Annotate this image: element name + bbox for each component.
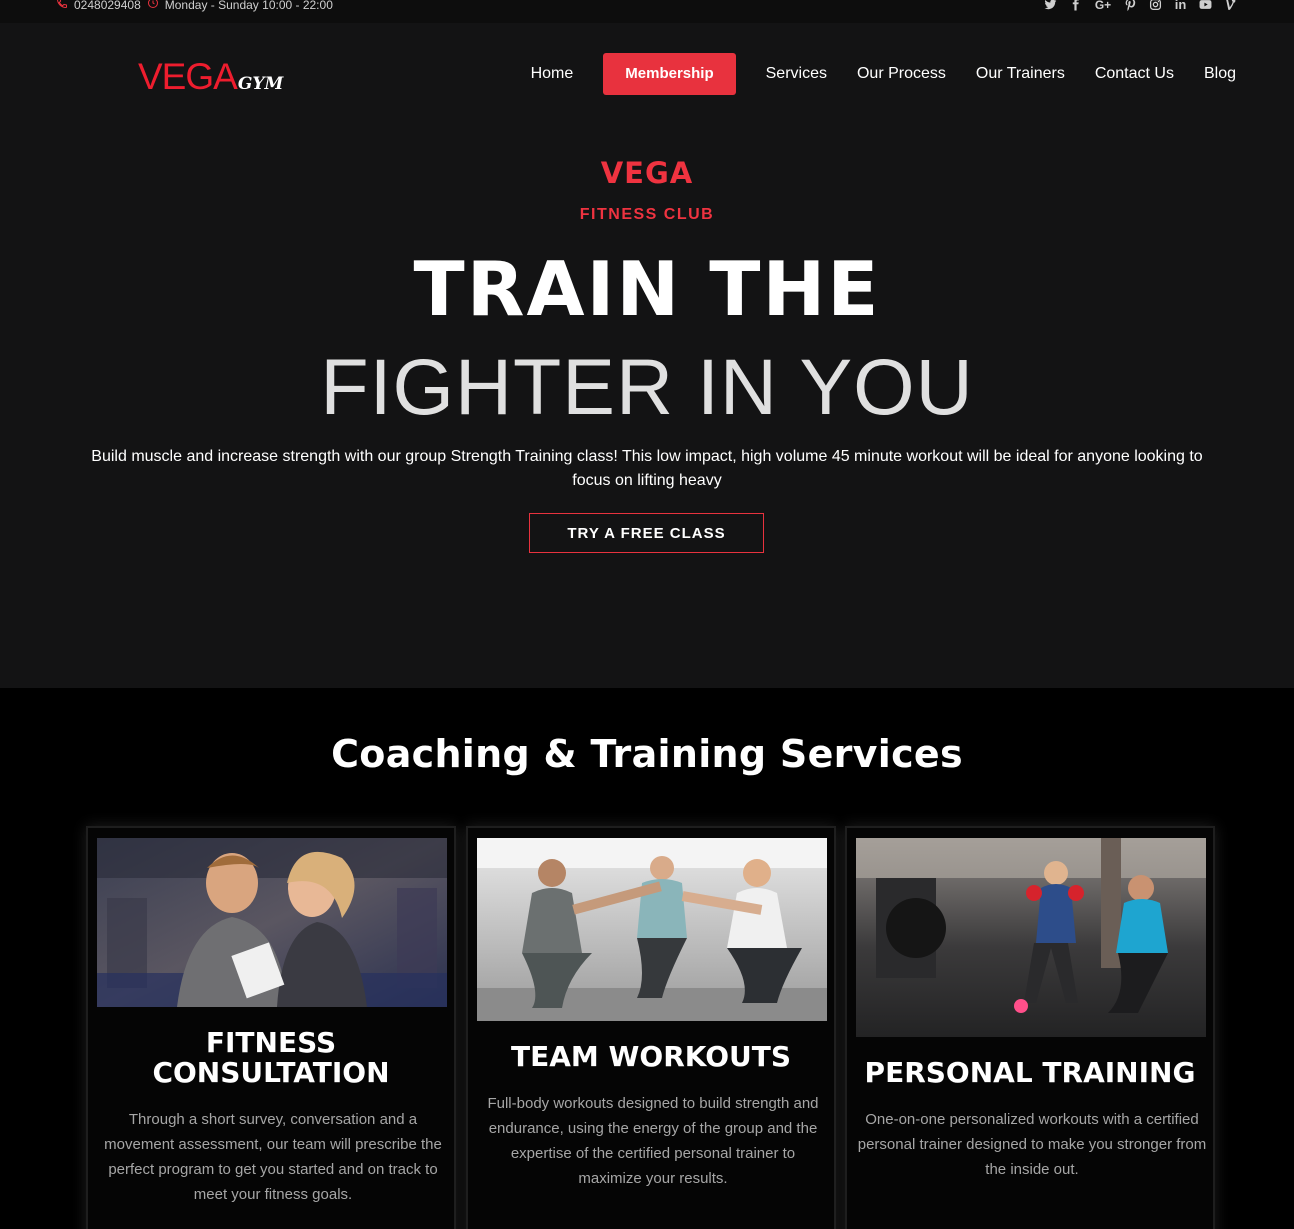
facebook-icon[interactable] xyxy=(1068,0,1083,12)
services-section: Coaching & Training Services FITNESS CON… xyxy=(0,688,1294,1229)
twitter-icon[interactable] xyxy=(1043,0,1058,12)
instagram-icon[interactable] xyxy=(1148,0,1163,12)
phone-number[interactable]: 0248029408 xyxy=(74,0,141,12)
main-nav: Home Membership Services Our Process Our… xyxy=(516,53,1236,95)
linkedin-icon[interactable]: in xyxy=(1173,0,1188,12)
hero-kicker: VEGA xyxy=(600,156,694,190)
services-heading: Coaching & Training Services xyxy=(331,732,963,776)
service-card-fitness-consultation[interactable]: FITNESS CONSULTATION Through a short sur… xyxy=(86,826,456,1229)
social-links: G+ in xyxy=(1043,0,1238,12)
nav-home[interactable]: Home xyxy=(516,53,589,95)
service-card-team-workouts[interactable]: TEAM WORKOUTS Full-body workouts designe… xyxy=(466,826,836,1229)
personal-training-image xyxy=(856,838,1206,1037)
nav-services[interactable]: Services xyxy=(751,53,842,95)
opening-hours: Monday - Sunday 10:00 - 22:00 xyxy=(164,0,333,12)
contact-info: 0248029408 Monday - Sunday 10:00 - 22:00 xyxy=(56,0,333,12)
service-card-personal-training[interactable]: PERSONAL TRAINING One-on-one personalize… xyxy=(845,826,1215,1229)
card-description: One-on-one personalized workouts with a … xyxy=(857,1111,1207,1178)
vine-icon[interactable] xyxy=(1223,0,1238,12)
card-title: FITNESS CONSULTATION xyxy=(152,1026,390,1089)
team-workouts-image xyxy=(477,838,827,1021)
card-title: PERSONAL TRAINING xyxy=(864,1056,1196,1089)
try-free-class-button[interactable]: TRY A FREE CLASS xyxy=(529,513,764,553)
hero-subkicker: FITNESS CLUB xyxy=(579,206,715,223)
logo[interactable]: VEGA GYM xyxy=(138,56,283,98)
google-plus-icon[interactable]: G+ xyxy=(1093,0,1113,12)
nav-blog[interactable]: Blog xyxy=(1189,53,1236,95)
card-description: Full-body workouts designed to build str… xyxy=(487,1095,819,1187)
nav-contact-us[interactable]: Contact Us xyxy=(1080,53,1189,95)
youtube-icon[interactable] xyxy=(1198,0,1213,12)
pinterest-icon[interactable] xyxy=(1123,0,1138,12)
hero-headline-line1: TRAIN THE xyxy=(413,245,881,333)
nav-membership[interactable]: Membership xyxy=(603,53,736,95)
fitness-consultation-image xyxy=(97,838,447,1007)
hero-section: VEGA GYM Home Membership Services Our Pr… xyxy=(0,23,1294,688)
card-title: TEAM WORKOUTS xyxy=(511,1040,791,1073)
nav-our-trainers[interactable]: Our Trainers xyxy=(961,53,1080,95)
logo-secondary: GYM xyxy=(237,74,284,94)
logo-primary: VEGA xyxy=(138,56,238,97)
hero-lead: Build muscle and increase strength with … xyxy=(91,448,1203,489)
hero-headline-line2: FIGHTER IN YOU xyxy=(320,342,974,431)
phone-icon xyxy=(56,0,68,12)
clock-icon xyxy=(147,0,159,12)
top-bar: 0248029408 Monday - Sunday 10:00 - 22:00… xyxy=(0,0,1294,23)
card-description: Through a short survey, conversation and… xyxy=(104,1111,442,1203)
nav-our-process[interactable]: Our Process xyxy=(842,53,961,95)
